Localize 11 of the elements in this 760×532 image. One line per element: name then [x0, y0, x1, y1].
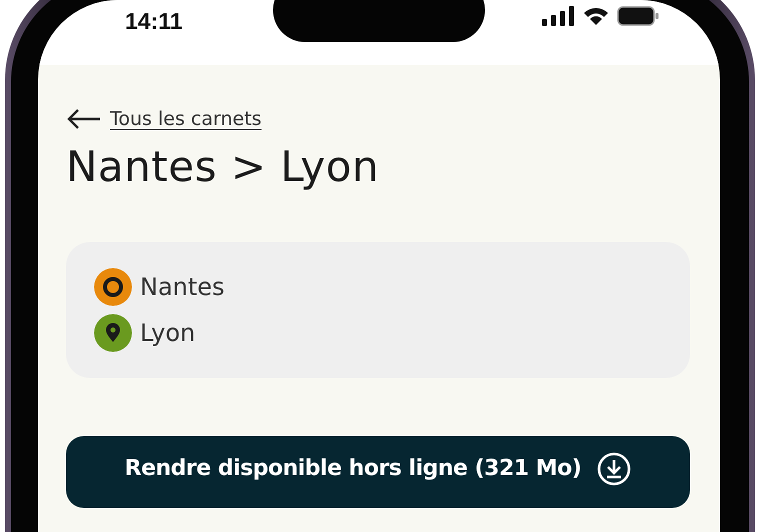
page-title: Nantes > Lyon — [66, 142, 380, 192]
download-icon — [597, 452, 632, 486]
back-arrow-icon[interactable] — [66, 108, 102, 130]
back-link[interactable]: Tous les carnets — [110, 105, 262, 134]
stop-name: Lyon — [140, 318, 196, 349]
battery-icon — [617, 6, 659, 26]
offline-download-button[interactable]: Rendre disponible hors ligne (321 Mo) — [66, 436, 690, 508]
stop-name: Nantes — [140, 272, 225, 303]
wifi-icon — [583, 6, 609, 26]
status-time: 14:11 — [124, 7, 183, 36]
signal-icon — [542, 6, 575, 26]
